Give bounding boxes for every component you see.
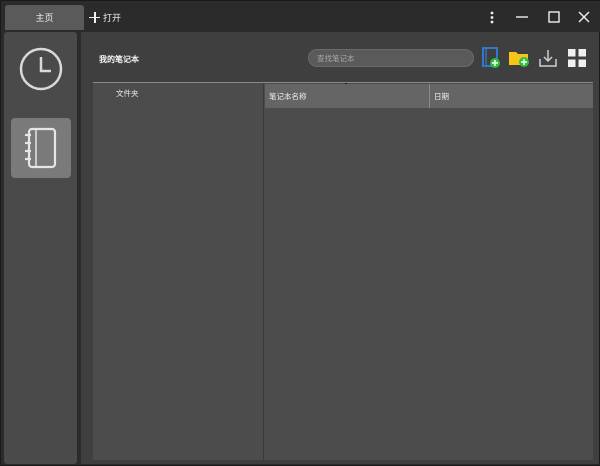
new-folder-button[interactable] [508,47,530,69]
notebook-icon [25,127,57,169]
minimize-icon [516,16,528,18]
grid-view-button[interactable] [566,47,588,69]
tab-home[interactable]: 主页 [5,5,84,30]
maximize-icon [548,11,560,23]
folder-list[interactable]: 文件夹 [93,83,264,460]
import-icon [539,50,557,67]
title-bar: 主页 打开 [1,1,600,32]
tab-open[interactable]: 打开 [89,7,121,27]
clock-icon [19,47,63,91]
more-vertical-icon [490,11,494,23]
tab-home-label: 主页 [35,14,54,24]
sidebar-item-recent[interactable] [11,39,71,99]
table-header: 笔记本名称 日期 [265,84,593,108]
plus-icon [89,11,100,23]
notebook-panel: 文件夹 笔记本名称 日期 [93,82,593,460]
new-notebook-icon [482,47,500,68]
app-window: 主页 打开 我的笔记本 查找笔记本 文件夹 笔记本名称 日期 [0,0,600,466]
maximize-button[interactable] [542,6,566,28]
notebook-table-body[interactable] [265,108,593,460]
close-icon [578,11,590,23]
grid-view-icon [568,49,586,67]
search-input[interactable] [308,49,474,67]
folder-header: 文件夹 [116,89,139,98]
minimize-button[interactable] [510,6,534,28]
more-menu-button[interactable] [480,6,504,28]
column-notebook-name[interactable]: 笔记本名称 [265,84,430,108]
page-title: 我的笔记本 [99,55,139,64]
column-date[interactable]: 日期 [430,84,593,108]
main-content: 我的笔记本 查找笔记本 文件夹 笔记本名称 日期 [81,32,599,464]
import-button[interactable] [537,47,559,69]
new-folder-icon [509,52,529,67]
new-notebook-button[interactable] [480,47,502,69]
tab-open-label: 打开 [103,13,122,24]
close-button[interactable] [572,6,596,28]
sidebar-item-notebooks[interactable] [11,118,71,178]
sidebar [4,32,77,464]
